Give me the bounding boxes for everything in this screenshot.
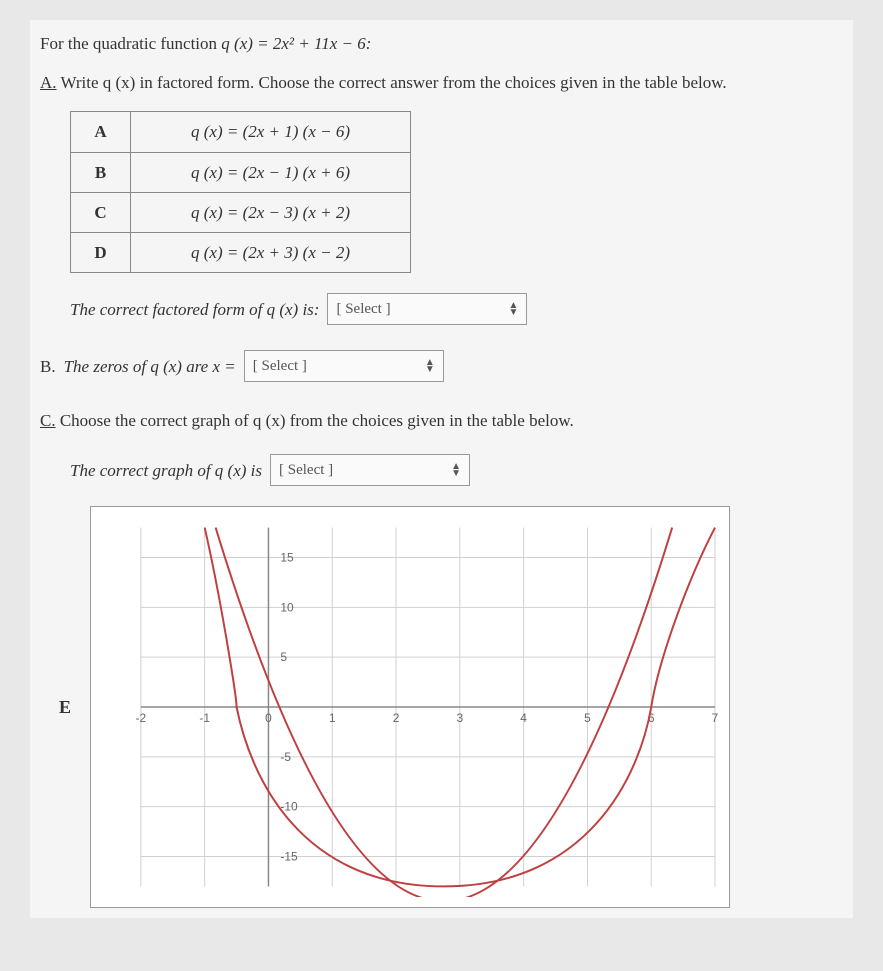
updown-icon: ▲▼ <box>509 302 519 316</box>
svg-text:-2: -2 <box>136 711 147 725</box>
table-row: D q (x) = (2x + 3) (x − 2) <box>71 232 411 272</box>
graph-label: E <box>40 693 90 722</box>
select-zeros[interactable]: [ Select ] ▲▼ <box>244 350 444 382</box>
updown-icon: ▲▼ <box>425 359 435 373</box>
svg-text:5: 5 <box>584 711 591 725</box>
prompt-a-text: The correct factored form of q (x) is: <box>70 296 319 323</box>
part-a-text: Write q (x) in factored form. Choose the… <box>60 73 726 92</box>
graph-row: E <box>40 506 843 908</box>
choice-key: A <box>71 112 131 152</box>
part-c-section: C. Choose the correct graph of q (x) fro… <box>40 407 843 486</box>
select-placeholder: [ Select ] <box>336 297 390 321</box>
select-placeholder: [ Select ] <box>253 354 307 378</box>
part-c-label: C. <box>40 411 56 430</box>
part-b-label: B. <box>40 353 56 380</box>
prompt-c-sub: The correct graph of q (x) is <box>70 457 262 484</box>
table-row: B q (x) = (2x − 1) (x + 6) <box>71 152 411 192</box>
parabola-curve-2 <box>216 528 673 897</box>
question-container: For the quadratic function q (x) = 2x² +… <box>30 20 853 918</box>
svg-text:2: 2 <box>393 711 400 725</box>
graph-container: -2 -1 0 1 2 3 4 5 6 7 15 10 5 -5 -10 -15 <box>90 506 730 908</box>
select-factored-form[interactable]: [ Select ] ▲▼ <box>327 293 527 325</box>
intro-prefix: For the quadratic function <box>40 34 221 53</box>
svg-text:4: 4 <box>520 711 527 725</box>
part-a-label: A. <box>40 73 57 92</box>
prompt-a-line: The correct factored form of q (x) is: [… <box>70 293 843 325</box>
choice-value: q (x) = (2x + 1) (x − 6) <box>131 112 411 152</box>
svg-text:10: 10 <box>280 601 294 615</box>
table-row: C q (x) = (2x − 3) (x + 2) <box>71 192 411 232</box>
svg-text:-15: -15 <box>280 850 298 864</box>
prompt-b-text: The zeros of q (x) are x = <box>64 353 236 380</box>
choice-value: q (x) = (2x + 3) (x − 2) <box>131 232 411 272</box>
svg-text:3: 3 <box>457 711 464 725</box>
choice-key: D <box>71 232 131 272</box>
choices-table: A q (x) = (2x + 1) (x − 6) B q (x) = (2x… <box>70 111 411 273</box>
graph-svg: -2 -1 0 1 2 3 4 5 6 7 15 10 5 -5 -10 -15 <box>101 517 719 897</box>
choice-value: q (x) = (2x − 3) (x + 2) <box>131 192 411 232</box>
svg-text:7: 7 <box>712 711 719 725</box>
select-graph[interactable]: [ Select ] ▲▼ <box>270 454 470 486</box>
svg-text:0: 0 <box>265 711 272 725</box>
svg-text:15: 15 <box>280 551 294 565</box>
prompt-c-line: The correct graph of q (x) is [ Select ]… <box>70 454 843 486</box>
choice-value: q (x) = (2x − 1) (x + 6) <box>131 152 411 192</box>
svg-text:-5: -5 <box>280 750 291 764</box>
intro-function: q (x) = 2x² + 11x − 6: <box>221 34 371 53</box>
question-intro: For the quadratic function q (x) = 2x² +… <box>40 30 843 57</box>
svg-text:1: 1 <box>329 711 336 725</box>
svg-text:5: 5 <box>280 650 287 664</box>
part-c-prompt: C. Choose the correct graph of q (x) fro… <box>40 407 843 434</box>
part-c-text: Choose the correct graph of q (x) from t… <box>60 411 574 430</box>
table-row: A q (x) = (2x + 1) (x − 6) <box>71 112 411 152</box>
choice-key: C <box>71 192 131 232</box>
updown-icon: ▲▼ <box>451 463 461 477</box>
select-placeholder: [ Select ] <box>279 458 333 482</box>
choice-key: B <box>71 152 131 192</box>
prompt-b-line: B. The zeros of q (x) are x = [ Select ]… <box>40 350 843 382</box>
svg-text:-1: -1 <box>199 711 210 725</box>
part-a-prompt: A. Write q (x) in factored form. Choose … <box>40 69 843 96</box>
